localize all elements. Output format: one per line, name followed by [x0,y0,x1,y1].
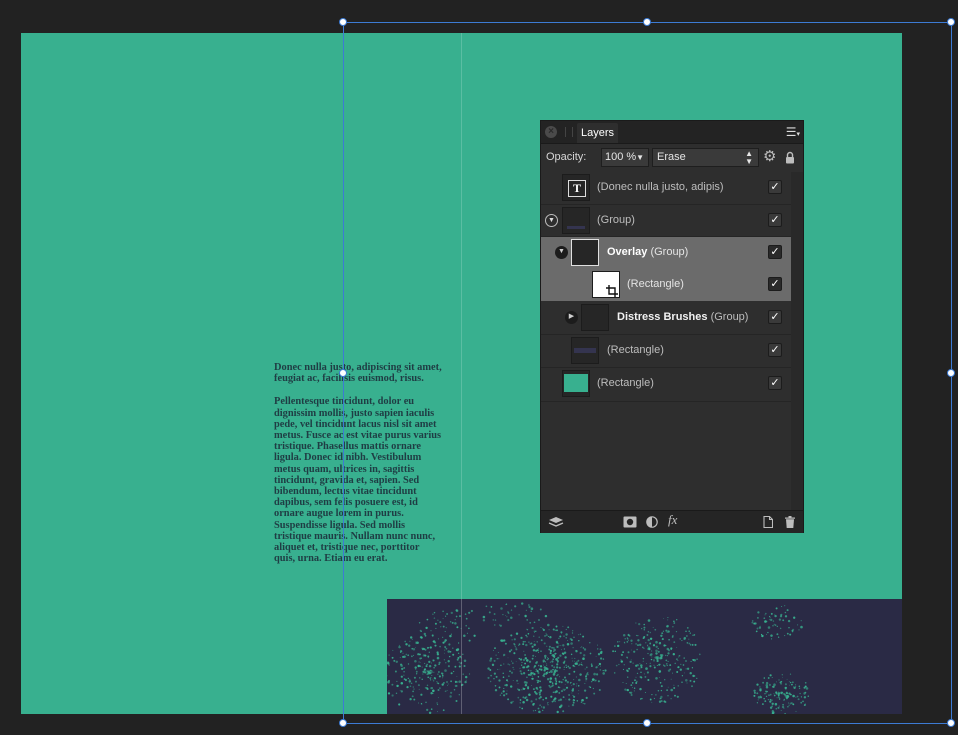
layer-row-rectangle-mask[interactable]: (Rectangle) ✓ [541,269,791,301]
layer-thumbnail [581,304,609,331]
text-frame[interactable]: Donec nulla justo, adipiscing sit amet, … [274,362,442,576]
stepper-icon[interactable]: ▲ ▼ [745,149,753,166]
layer-row-distress-brushes[interactable]: ▶ Distress Brushes (Group) ✓ [541,301,791,335]
layer-list-scrollbar[interactable] [791,172,803,510]
layer-thumbnail [562,370,590,397]
grip-icon[interactable] [565,127,573,137]
layer-thumbnail [562,207,590,234]
layer-name: (Rectangle) [607,344,664,356]
trash-icon[interactable] [785,516,795,528]
opacity-value: 100 % [605,151,637,163]
visibility-checkbox[interactable]: ✓ [768,213,782,227]
layers-panel: × Layers ☰▾ Opacity: 100 % ▼ Erase ▲ ▼ ⚙ … [540,120,804,533]
layer-thumbnail: T [562,174,590,201]
selection-handle-bottom-right[interactable] [947,719,955,727]
layer-name: Distress Brushes (Group) [617,311,748,323]
visibility-checkbox[interactable]: ✓ [768,277,782,291]
blend-mode-select[interactable]: Erase ▲ ▼ [652,148,759,167]
panel-titlebar[interactable]: × Layers ☰▾ [541,121,803,144]
layer-thumbnail [571,337,599,364]
opacity-label: Opacity: [546,151,587,163]
selection-handle-top-right[interactable] [947,18,955,26]
selection-handle-bottom-left[interactable] [339,719,347,727]
chevron-down-icon[interactable]: ▼ [636,149,644,166]
layer-name: (Donec nulla justo, adipis) [597,181,724,193]
crop-icon [606,285,618,297]
selection-handle-top-left[interactable] [339,18,347,26]
layer-name-bold: Distress Brushes [617,311,708,323]
text-paragraph-1: Donec nulla justo, adipiscing sit amet, … [274,362,442,385]
text-layer-icon: T [568,180,586,197]
visibility-checkbox[interactable]: ✓ [768,245,782,259]
layer-name-bold: Overlay [607,246,648,258]
selection-handle-bottom-center[interactable] [643,719,651,727]
blend-mode-value: Erase [657,151,686,163]
close-icon[interactable]: × [545,126,557,138]
distress-speckle-texture [387,602,810,714]
mask-icon[interactable] [623,516,637,528]
adjustment-icon[interactable] [646,516,658,528]
layer-thumbnail [592,271,620,298]
layer-name: Overlay (Group) [607,246,688,258]
layer-name-type: (Group) [710,311,749,323]
text-paragraph-2: Pellentesque tincidunt, dolor eu digniss… [274,396,442,565]
gear-icon[interactable]: ⚙ [763,149,776,164]
layer-name: (Rectangle) [627,278,684,290]
chevron-down-icon[interactable]: ▼ [555,246,568,259]
layer-name: (Rectangle) [597,377,654,389]
opacity-field[interactable]: 100 % ▼ [601,148,649,167]
page-guide-lower [461,599,462,714]
lock-icon[interactable] [785,151,795,164]
layer-row-text[interactable]: T (Donec nulla justo, adipis) ✓ [541,172,791,205]
opacity-row: Opacity: 100 % ▼ Erase ▲ ▼ ⚙ [541,144,803,172]
layer-row-group[interactable]: ▼ (Group) ✓ [541,205,791,237]
selection-handle-top-center[interactable] [643,18,651,26]
tab-layers[interactable]: Layers [577,123,619,143]
layer-list: T (Donec nulla justo, adipis) ✓ ▼ (Group… [541,172,791,510]
layer-thumbnail [571,239,599,266]
panel-menu-icon[interactable]: ☰▾ [786,125,800,139]
visibility-checkbox[interactable]: ✓ [768,180,782,194]
distress-brushes-rectangle[interactable] [387,599,902,714]
new-layer-icon[interactable] [763,516,773,528]
selection-handle-middle-left[interactable] [339,369,347,377]
chevron-down-icon[interactable]: ▼ [545,214,558,227]
visibility-checkbox[interactable]: ✓ [768,376,782,390]
layer-name-type: (Group) [650,246,689,258]
selection-handle-middle-right[interactable] [947,369,955,377]
visibility-checkbox[interactable]: ✓ [768,343,782,357]
panel-footer: fx [541,510,803,533]
fx-icon[interactable]: fx [668,513,677,527]
visibility-checkbox[interactable]: ✓ [768,310,782,324]
layer-name: (Group) [597,214,635,226]
layer-row-background-rectangle[interactable]: (Rectangle) ✓ [541,368,791,402]
layer-row-rectangle[interactable]: (Rectangle) ✓ [541,335,791,368]
layer-row-overlay-group[interactable]: ▼ Overlay (Group) ✓ [541,237,791,269]
layers-stack-icon[interactable] [548,516,564,528]
chevron-right-icon[interactable]: ▶ [565,311,578,324]
